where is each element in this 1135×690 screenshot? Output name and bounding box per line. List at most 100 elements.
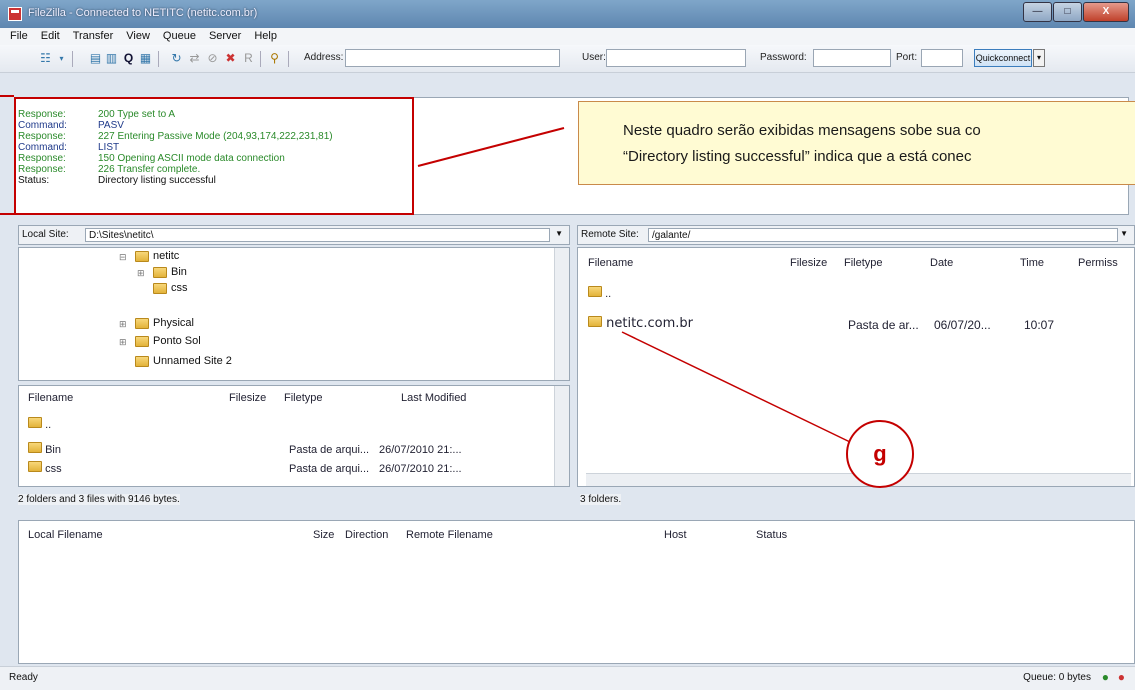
menu-help[interactable]: Help	[254, 28, 277, 45]
callout-line-1: Neste quadro serão exibidas mensagens so…	[623, 122, 981, 139]
folder-icon	[153, 282, 167, 294]
tree-item-netitc[interactable]: netitc	[135, 250, 179, 262]
folder-icon	[28, 461, 42, 472]
folder-up-icon	[588, 286, 602, 297]
disconnect-icon[interactable]: ✖	[222, 50, 239, 67]
column-filetype[interactable]: Filetype	[284, 392, 323, 404]
address-label: Address:	[304, 52, 344, 63]
list-item[interactable]: Bin	[28, 442, 61, 456]
toggle-log-icon[interactable]: ▤	[87, 50, 104, 67]
transfer-queue[interactable]: Local Filename Size Direction Remote Fil…	[18, 520, 1135, 664]
local-site-path-input[interactable]: D:\Sites\netitc\	[85, 228, 550, 242]
folder-icon	[135, 335, 149, 347]
expand-icon[interactable]: ⊞	[137, 268, 145, 279]
upload-indicator-icon: ●	[1101, 670, 1109, 684]
reconnect-icon[interactable]: R	[240, 50, 257, 67]
filetype-cell: Pasta de ar...	[848, 318, 919, 332]
collapse-icon[interactable]: ⊟	[119, 252, 127, 263]
remote-status: 3 folders.	[580, 494, 622, 505]
close-button[interactable]: X	[1083, 2, 1129, 22]
minimize-button[interactable]: —	[1023, 2, 1052, 22]
toolbar-separator	[158, 51, 159, 67]
column-status[interactable]: Status	[756, 529, 787, 541]
list-item[interactable]: ..	[28, 417, 51, 431]
port-input[interactable]	[921, 49, 963, 67]
folder-icon	[153, 266, 167, 278]
tree-item-bin[interactable]: Bin	[153, 266, 187, 278]
menu-server[interactable]: Server	[209, 28, 241, 45]
window-title: FileZilla - Connected to NETITC (netitc.…	[28, 7, 258, 19]
modified-cell: 26/07/2010 21:...	[379, 463, 462, 475]
folder-icon	[588, 316, 602, 327]
column-host[interactable]: Host	[664, 529, 687, 541]
filezilla-app-icon	[8, 7, 22, 21]
chevron-down-icon[interactable]: ▼	[1120, 229, 1128, 238]
maximize-button[interactable]: □	[1053, 2, 1082, 22]
column-date[interactable]: Date	[930, 257, 953, 269]
local-tree[interactable]: ⊟ netitc ⊞ Bin css ⊞ Physical ⊞ Ponto So…	[18, 247, 570, 381]
menu-queue[interactable]: Queue	[163, 28, 196, 45]
port-label: Port:	[896, 52, 918, 63]
refresh-icon[interactable]: ↻	[168, 50, 185, 67]
list-item[interactable]: netitc.com.br	[588, 316, 693, 331]
tree-item-css[interactable]: css	[153, 282, 188, 294]
menu-file[interactable]: File	[10, 28, 28, 45]
toolbar-separator	[288, 51, 289, 67]
local-file-list[interactable]: Filename Filesize Filetype Last Modified…	[18, 385, 570, 487]
toggle-remote-tree-icon[interactable]: ▦	[137, 50, 154, 67]
process-queue-icon[interactable]: ⇄	[186, 50, 203, 67]
expand-icon[interactable]: ⊞	[119, 319, 127, 330]
column-local-filename[interactable]: Local Filename	[28, 529, 103, 541]
site-manager-dropdown-icon[interactable]: ▾	[53, 50, 70, 67]
local-site-label: Local Site:	[22, 229, 69, 240]
expand-icon[interactable]: ⊞	[119, 337, 127, 348]
menu-view[interactable]: View	[126, 28, 150, 45]
column-time[interactable]: Time	[1020, 257, 1044, 269]
column-filename[interactable]: Filename	[28, 392, 73, 404]
column-filename[interactable]: Filename	[588, 257, 633, 269]
remote-site-bar: Remote Site: /galante/ ▼	[577, 225, 1135, 245]
toolbar-separator	[72, 51, 73, 67]
column-direction[interactable]: Direction	[345, 529, 388, 541]
log-highlight-box	[14, 97, 414, 215]
menu-transfer[interactable]: Transfer	[73, 28, 114, 45]
column-last-modified[interactable]: Last Modified	[401, 392, 466, 404]
quickconnect-dropdown-icon[interactable]: ▾	[1033, 49, 1045, 67]
tree-item-ponto-sol[interactable]: Ponto Sol	[135, 335, 201, 347]
column-filetype[interactable]: Filetype	[844, 257, 883, 269]
password-input[interactable]	[813, 49, 891, 67]
title-bar: FileZilla - Connected to NETITC (netitc.…	[0, 0, 1135, 28]
toggle-queue-icon[interactable]: Q	[120, 50, 137, 67]
folder-up-icon	[28, 417, 42, 428]
column-remote-filename[interactable]: Remote Filename	[406, 529, 493, 541]
remote-site-path-input[interactable]: /galante/	[648, 228, 1118, 242]
column-filesize[interactable]: Filesize	[229, 392, 266, 404]
filetype-cell: Pasta de arqui...	[289, 444, 370, 456]
menu-edit[interactable]: Edit	[41, 28, 60, 45]
column-permissions[interactable]: Permiss	[1078, 257, 1118, 269]
local-list-scrollbar[interactable]	[554, 386, 569, 486]
quickconnect-button[interactable]: Quickconnect	[974, 49, 1032, 67]
site-manager-icon[interactable]: ☷	[37, 50, 54, 67]
user-label: User:	[582, 52, 606, 63]
status-bar: Ready Queue: 0 bytes ● ●	[0, 666, 1135, 690]
tree-item-unnamed-site-2[interactable]: Unnamed Site 2	[135, 355, 232, 367]
local-tree-scrollbar[interactable]	[554, 248, 569, 380]
status-ready: Ready	[9, 672, 38, 683]
toolbar-separator	[260, 51, 261, 67]
modified-cell: 26/07/2010 21:...	[379, 444, 462, 456]
toolbar: ☷ ▾ ▤ ▥ Q ▦ ↻ ⇄ ⊘ ✖ R ⚲ Address: User: P…	[0, 45, 1135, 73]
user-input[interactable]	[606, 49, 746, 67]
column-size[interactable]: Size	[313, 529, 334, 541]
remote-site-label: Remote Site:	[581, 229, 639, 240]
list-item[interactable]: ..	[588, 286, 611, 300]
filter-icon[interactable]: ⚲	[266, 50, 283, 67]
folder-icon	[28, 442, 42, 453]
cancel-icon[interactable]: ⊘	[204, 50, 221, 67]
tree-item-physical[interactable]: Physical	[135, 317, 194, 329]
toggle-tree-icon[interactable]: ▥	[103, 50, 120, 67]
column-filesize[interactable]: Filesize	[790, 257, 827, 269]
address-input[interactable]	[345, 49, 560, 67]
list-item[interactable]: css	[28, 461, 62, 475]
chevron-down-icon[interactable]: ▼	[555, 229, 563, 238]
